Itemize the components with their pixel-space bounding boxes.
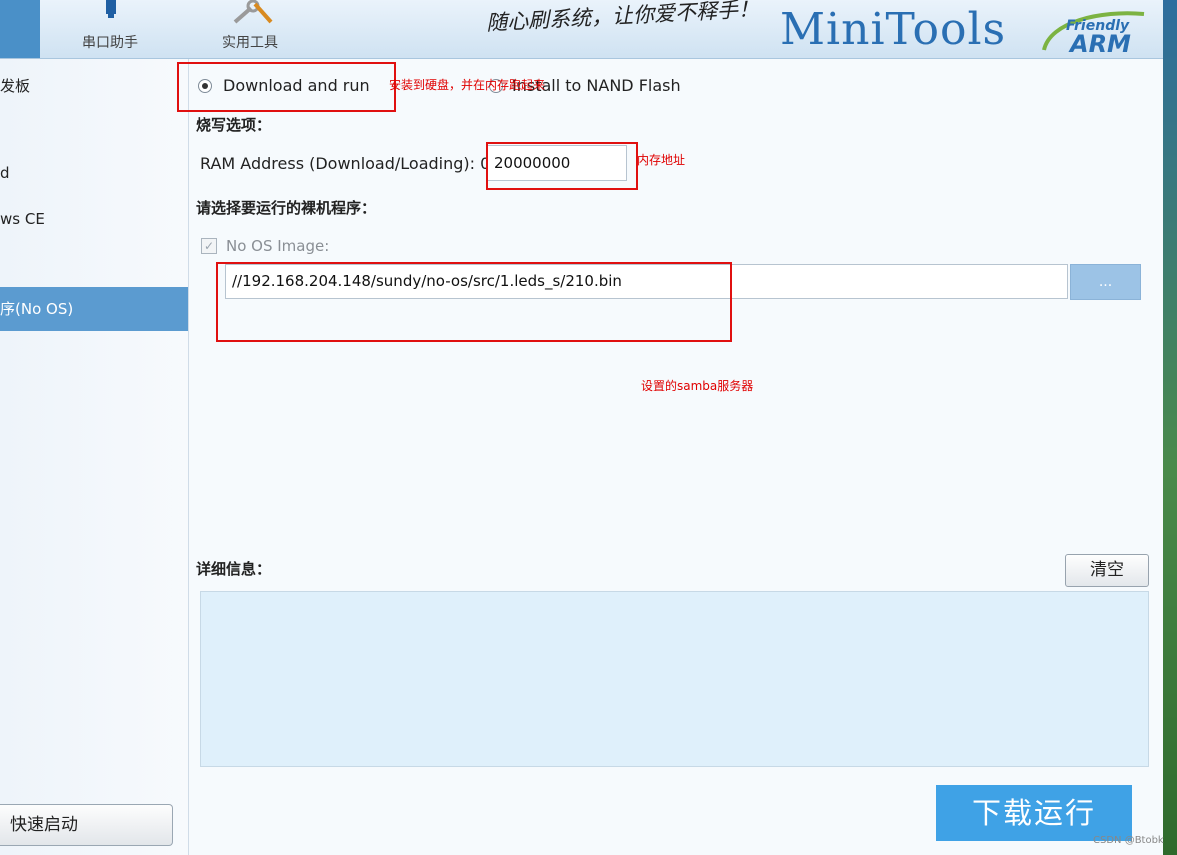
- sidebar: 发板 d ws CE 序(No OS) 快速启动: [0, 59, 189, 855]
- burn-options-heading: 烧写选项：: [196, 116, 272, 134]
- download-run-button[interactable]: 下载运行: [936, 785, 1132, 841]
- no-os-image-label: No OS Image:: [226, 237, 330, 255]
- no-os-image-checkbox[interactable]: ✓: [201, 238, 217, 254]
- logo-arm-text: ARM: [1068, 30, 1131, 56]
- sidebar-item-no-os[interactable]: 序(No OS): [0, 287, 188, 331]
- memory-address-annotation: 内存地址: [637, 153, 686, 167]
- samba-annotation: 设置的samba服务器: [641, 379, 754, 393]
- browse-button[interactable]: ...: [1070, 264, 1141, 300]
- install-annotation: 安装到硬盘，并在内存跑起来: [389, 78, 546, 92]
- main-panel: Download and run Install to NAND Flash 安…: [177, 59, 1163, 855]
- desktop-background-strip: [1163, 0, 1177, 855]
- toolbar-home-tab[interactable]: [0, 0, 40, 58]
- select-program-heading: 请选择要运行的裸机程序：: [196, 199, 377, 217]
- quick-start-button[interactable]: 快速启动: [0, 804, 173, 846]
- wrench-icon: [233, 0, 273, 24]
- annotation-box-image-path: [216, 262, 732, 342]
- sidebar-item-android[interactable]: d: [0, 164, 10, 182]
- top-toolbar: 串口助手 实用工具 随心刷系统，让你爱不释手！ MiniTools Friend…: [0, 0, 1165, 59]
- friendlyarm-logo: Friendly ARM: [1042, 11, 1145, 56]
- sidebar-item-windows-ce[interactable]: ws CE: [0, 210, 45, 228]
- details-heading: 详细信息：: [196, 560, 272, 578]
- annotation-box-download-run: [177, 62, 396, 112]
- utility-tools-label: 实用工具: [222, 35, 278, 51]
- clear-button[interactable]: 清空: [1065, 554, 1149, 587]
- details-log-area[interactable]: [200, 591, 1149, 767]
- serial-port-icon: [106, 0, 116, 18]
- annotation-box-ram-address: [486, 142, 638, 190]
- serial-assistant-label: 串口助手: [82, 35, 138, 51]
- watermark: CSDN @Btobk: [1093, 835, 1164, 846]
- serial-assistant-button[interactable]: 串口助手: [40, 0, 180, 58]
- ram-address-label: RAM Address (Download/Loading): 0x: [200, 154, 500, 173]
- utility-tools-button[interactable]: 实用工具: [180, 0, 320, 58]
- slogan-text: 随心刷系统，让你爱不释手！: [485, 0, 760, 36]
- brand-title: MiniTools: [780, 4, 1007, 55]
- sidebar-item-board[interactable]: 发板: [0, 75, 30, 96]
